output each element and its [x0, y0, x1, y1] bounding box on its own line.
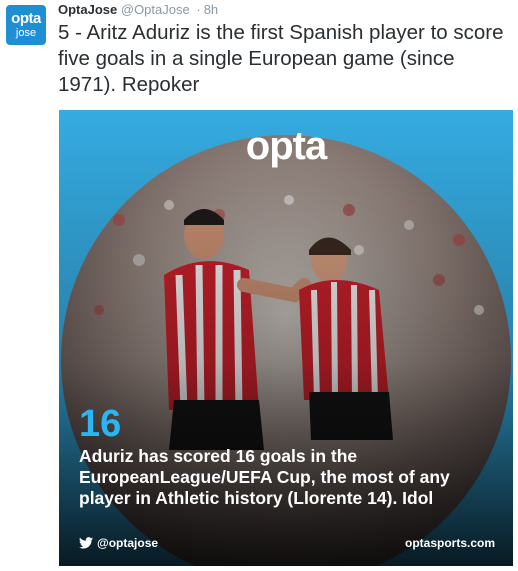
avatar-text-line2: jose [15, 27, 37, 39]
media-card[interactable]: opta 16 Aduriz has scored 16 goals in th… [59, 110, 513, 566]
separator: · [196, 2, 201, 17]
author-name[interactable]: OptaJose [58, 2, 117, 17]
card-handle: @optajose [79, 536, 158, 550]
author-handle[interactable]: @OptaJose [121, 2, 190, 17]
tweet-header: OptaJose @OptaJose · 8h [58, 2, 218, 17]
tweet-time[interactable]: 8h [204, 2, 218, 17]
author-avatar[interactable]: opta jose [6, 5, 46, 45]
twitter-bird-icon [79, 537, 93, 549]
stat-number: 16 [79, 403, 122, 445]
stat-text: Aduriz has scored 16 goals in the Europe… [79, 446, 450, 508]
avatar-text-line1: opta [11, 10, 41, 27]
tweet-text: 5 - Aritz Aduriz is the first Spanish pl… [58, 21, 504, 96]
card-handle-text: @optajose [97, 536, 159, 550]
opta-logo: opta [245, 124, 327, 168]
card-site: optasports.com [404, 536, 495, 550]
